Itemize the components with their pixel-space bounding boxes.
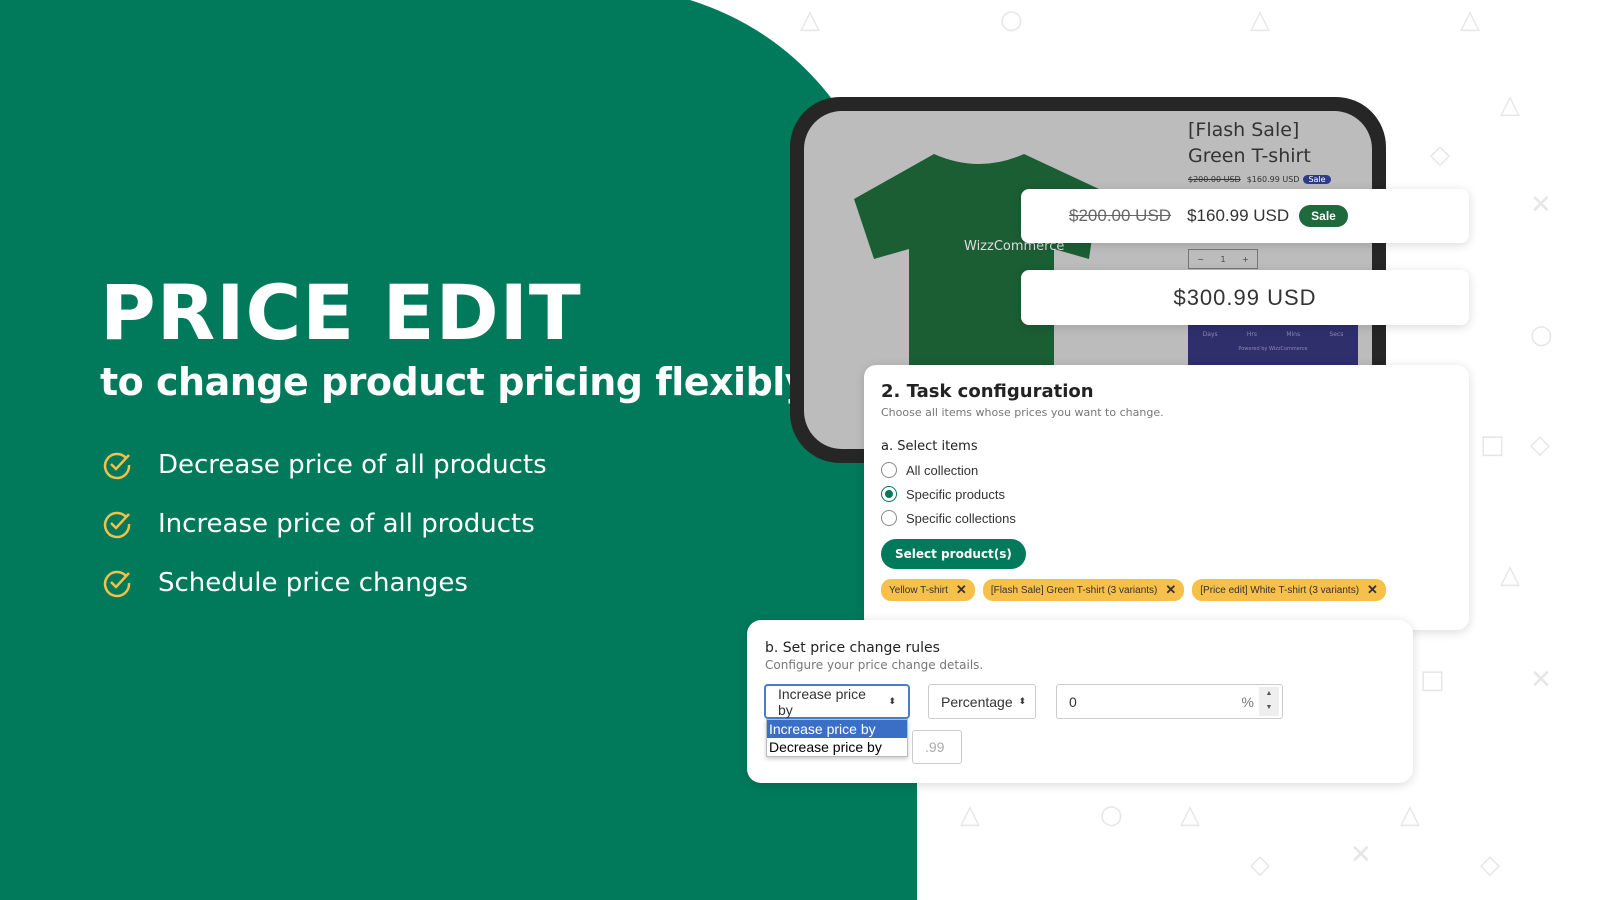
check-circle-icon [103, 570, 131, 598]
task-configuration-panel: 2. Task configuration Choose all items w… [864, 365, 1469, 630]
close-icon[interactable]: ✕ [956, 582, 967, 598]
close-icon[interactable]: ✕ [1165, 582, 1176, 598]
rounding-placeholder: .99 [925, 739, 945, 755]
value-input[interactable]: 0% ▲ ▼ [1056, 684, 1283, 719]
sale-price: $160.99 USD [1187, 206, 1290, 225]
timer-label: Mins [1286, 331, 1301, 338]
sort-arrows-icon: ⬍ [1018, 696, 1027, 706]
radio-checked-icon[interactable] [881, 486, 897, 502]
select-items-label: a. Select items [881, 439, 978, 454]
new-price: $300.99 USD [1173, 284, 1317, 310]
rules-subtitle: Configure your price change details. [765, 658, 984, 672]
product-price-small: $200.00 USD $160.99 USD Sale [1188, 175, 1331, 184]
action-value: Increase price by [778, 685, 866, 718]
hero-title: PRICE EDIT [100, 268, 582, 357]
sale-badge: Sale [1299, 205, 1348, 227]
timer-label: Days [1202, 331, 1218, 338]
select-products-button[interactable]: Select product(s) [881, 539, 1026, 569]
radio-icon[interactable] [881, 462, 897, 478]
unit-label: % [1241, 693, 1254, 710]
product-tag: [Flash Sale] Green T-shirt (3 variants) ✕ [982, 579, 1185, 601]
quantity-value: 1 [1220, 254, 1226, 264]
action-select[interactable]: Increase price by ⬍ [764, 684, 910, 719]
new-price-card: $300.99 USD [1021, 270, 1469, 325]
check-circle-icon [103, 452, 131, 480]
product-tag: [Price edit] White T-shirt (3 variants) ✕ [1192, 579, 1386, 601]
feature-label: Increase price of all products [158, 509, 535, 539]
check-circle-icon [103, 511, 131, 539]
price: $160.99 USD [1246, 175, 1300, 184]
dropdown-option[interactable]: Increase price by [767, 720, 907, 738]
number-stepper[interactable]: ▲ ▼ [1259, 687, 1279, 716]
action-dropdown[interactable]: Increase price by Decrease price by [766, 719, 908, 757]
timer-label: Hrs [1246, 331, 1258, 338]
quantity-stepper[interactable]: −1 + [1188, 249, 1258, 269]
compare-price: $200.00 USD [1069, 206, 1172, 225]
tag-label: [Price edit] White T-shirt (3 variants) [1200, 584, 1360, 596]
sale-badge: Sale [1303, 175, 1331, 184]
feature-label: Schedule price changes [158, 568, 468, 598]
close-icon[interactable]: ✕ [1367, 582, 1378, 598]
sale-price-card: $200.00 USD $160.99 USD Sale [1021, 189, 1469, 243]
hero-subtitle: to change product pricing flexibly [100, 360, 810, 404]
sort-arrows-icon: ⬍ [888, 696, 896, 706]
radio-label: Specific collections [906, 510, 1016, 526]
tshirt-image [854, 154, 1099, 379]
feature-item: Increase price of all products [102, 509, 535, 539]
radio-specific-collections[interactable]: Specific collections [881, 510, 1452, 526]
dropdown-option[interactable]: Decrease price by [767, 738, 907, 756]
rules-title: b. Set price change rules [765, 640, 940, 656]
task-subtitle: Choose all items whose prices you want t… [881, 406, 1164, 419]
powered-by: Powered by WizzCommerce [1238, 346, 1308, 352]
feature-item: Decrease price of all products [102, 450, 547, 480]
price-rules-panel: b. Set price change rules Configure your… [747, 620, 1413, 783]
feature-label: Decrease price of all products [158, 450, 547, 480]
radio-specific-products[interactable]: Specific products [881, 486, 1452, 502]
task-title: 2. Task configuration [881, 381, 1094, 402]
tag-label: Yellow T-shirt [889, 584, 948, 596]
product-tag: Yellow T-shirt ✕ [881, 579, 975, 601]
radio-label: All collection [906, 462, 979, 478]
type-value: Percentage [941, 693, 1013, 710]
tag-label: [Flash Sale] Green T-shirt (3 variants) [990, 584, 1158, 596]
value-text: 0 [1069, 693, 1077, 710]
product-title: [Flash Sale] Green T-shirt [1188, 119, 1311, 167]
timer-label: Secs [1329, 331, 1344, 338]
radio-icon[interactable] [881, 510, 897, 526]
feature-item: Schedule price changes [102, 568, 468, 598]
compare-price: $200.00 USD [1188, 175, 1241, 184]
type-select[interactable]: Percentage ⬍ [928, 684, 1036, 719]
radio-label: Specific products [906, 486, 1005, 502]
radio-all-collection[interactable]: All collection [881, 462, 1452, 478]
rounding-input[interactable]: .99 [912, 730, 962, 764]
hero: PRICE EDIT to change product pricing fle… [100, 268, 810, 405]
